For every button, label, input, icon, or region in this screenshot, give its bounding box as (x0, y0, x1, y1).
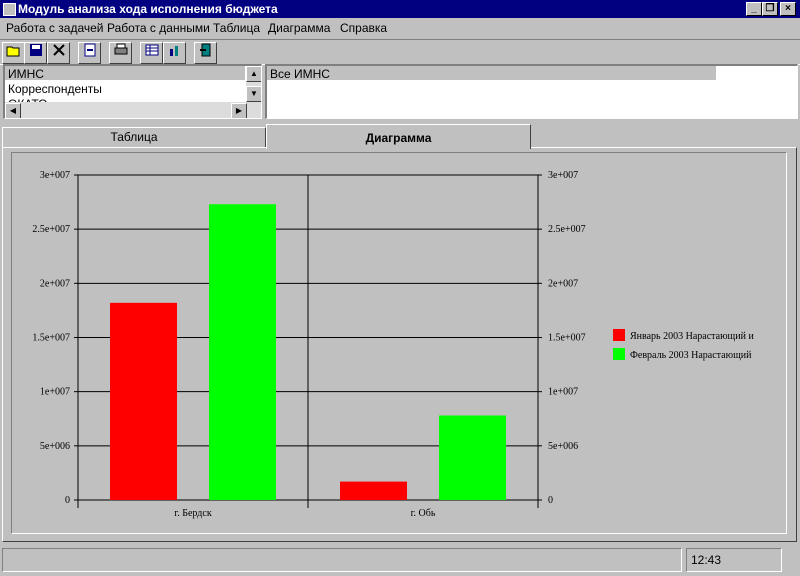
scroll-left-arrow-icon[interactable]: ◀ (5, 103, 21, 118)
menu-data[interactable]: Работа с данными (107, 21, 210, 35)
y-tick-label-left: 2e+007 (40, 278, 70, 289)
exit-door-icon[interactable] (194, 42, 217, 64)
tab-table[interactable]: Таблица (2, 127, 266, 147)
open-folder-icon[interactable] (2, 42, 25, 64)
y-tick-label-left: 1.5e+007 (32, 333, 70, 344)
status-panel-left (2, 548, 682, 572)
delete-cross-icon[interactable] (47, 42, 70, 64)
close-button[interactable]: × (780, 2, 796, 16)
y-tick-label-right: 0 (548, 495, 553, 506)
title-bar: Модуль анализа хода исполнения бюджета _… (0, 0, 800, 18)
y-tick-label-left: 1e+007 (40, 387, 70, 398)
tab-chart[interactable]: Диаграмма (266, 124, 531, 149)
filter-list-right[interactable]: Все ИМНС (265, 64, 798, 119)
bar-chart: 0 0 5e+006 5e+006 1e+007 1e+007 1.5e+007 1.5e+0… (32, 170, 754, 519)
bar (340, 481, 407, 500)
y-tick-label-right: 1e+007 (548, 387, 578, 398)
restore-button[interactable]: ❐ (762, 2, 778, 16)
scroll-down-arrow-icon[interactable]: ▼ (246, 86, 261, 102)
toolbar (0, 39, 800, 65)
menu-task[interactable]: Работа с задачей (6, 21, 103, 35)
list-item[interactable]: Корреспонденты (8, 82, 102, 96)
save-disk-icon[interactable] (24, 42, 47, 64)
legend-label: Февраль 2003 Нарастающий (630, 350, 752, 361)
bar (110, 302, 177, 500)
table-grid-icon[interactable] (140, 42, 163, 64)
legend-label: Январь 2003 Нарастающий и (630, 331, 754, 342)
chart-frame: 0 0 5e+006 5e+006 1e+007 1e+007 1.5e+007 1.5e+0… (11, 152, 787, 534)
legend-swatch (613, 329, 625, 341)
import-icon[interactable] (78, 42, 101, 64)
app-icon (3, 3, 16, 16)
scroll-up-arrow-icon[interactable]: ▲ (246, 66, 261, 82)
window-title: Модуль анализа хода исполнения бюджета (18, 2, 278, 16)
menu-chart[interactable]: Диаграмма (268, 21, 330, 35)
y-tick-label-right: 2.5e+007 (548, 224, 586, 235)
chart-icon[interactable] (163, 42, 186, 64)
legend-swatch (613, 348, 625, 360)
y-tick-label-right: 2e+007 (548, 278, 578, 289)
bar (209, 204, 276, 500)
y-tick-label-left: 0 (65, 495, 70, 506)
y-tick-label-right: 5e+006 (548, 441, 578, 452)
chart-panel: 0 0 5e+006 5e+006 1e+007 1e+007 1.5e+007 1.5e+0… (2, 147, 797, 542)
list-item[interactable]: Все ИМНС (270, 67, 330, 81)
status-time: 12:43 (691, 553, 722, 567)
y-tick-label-right: 1.5e+007 (548, 333, 586, 344)
menu-bar: Работа с задачей Работа с данными Таблиц… (0, 18, 800, 38)
horizontal-scrollbar[interactable] (5, 102, 261, 118)
filter-list-left[interactable]: ИМНС Корреспонденты ОКАТО ▲ ▼ ◀ ▶ (3, 64, 262, 119)
status-panel-time: 12:43 (686, 548, 782, 572)
selected-row-highlight (267, 66, 716, 80)
y-tick-label-left: 3e+007 (40, 170, 70, 181)
list-item[interactable]: ИМНС (8, 67, 44, 81)
y-tick-label-right: 3e+007 (548, 170, 578, 181)
y-tick-label-left: 5e+006 (40, 441, 70, 452)
scroll-right-arrow-icon[interactable]: ▶ (231, 103, 247, 118)
minimize-button[interactable]: _ (746, 2, 762, 16)
y-tick-label-left: 2.5e+007 (32, 224, 70, 235)
bar (439, 415, 506, 500)
menu-table[interactable]: Таблица (213, 21, 260, 35)
x-tick-label: г. Обь (411, 508, 436, 519)
print-icon[interactable] (109, 42, 132, 64)
menu-help[interactable]: Справка (340, 21, 387, 35)
x-tick-label: г. Бердск (174, 508, 212, 519)
